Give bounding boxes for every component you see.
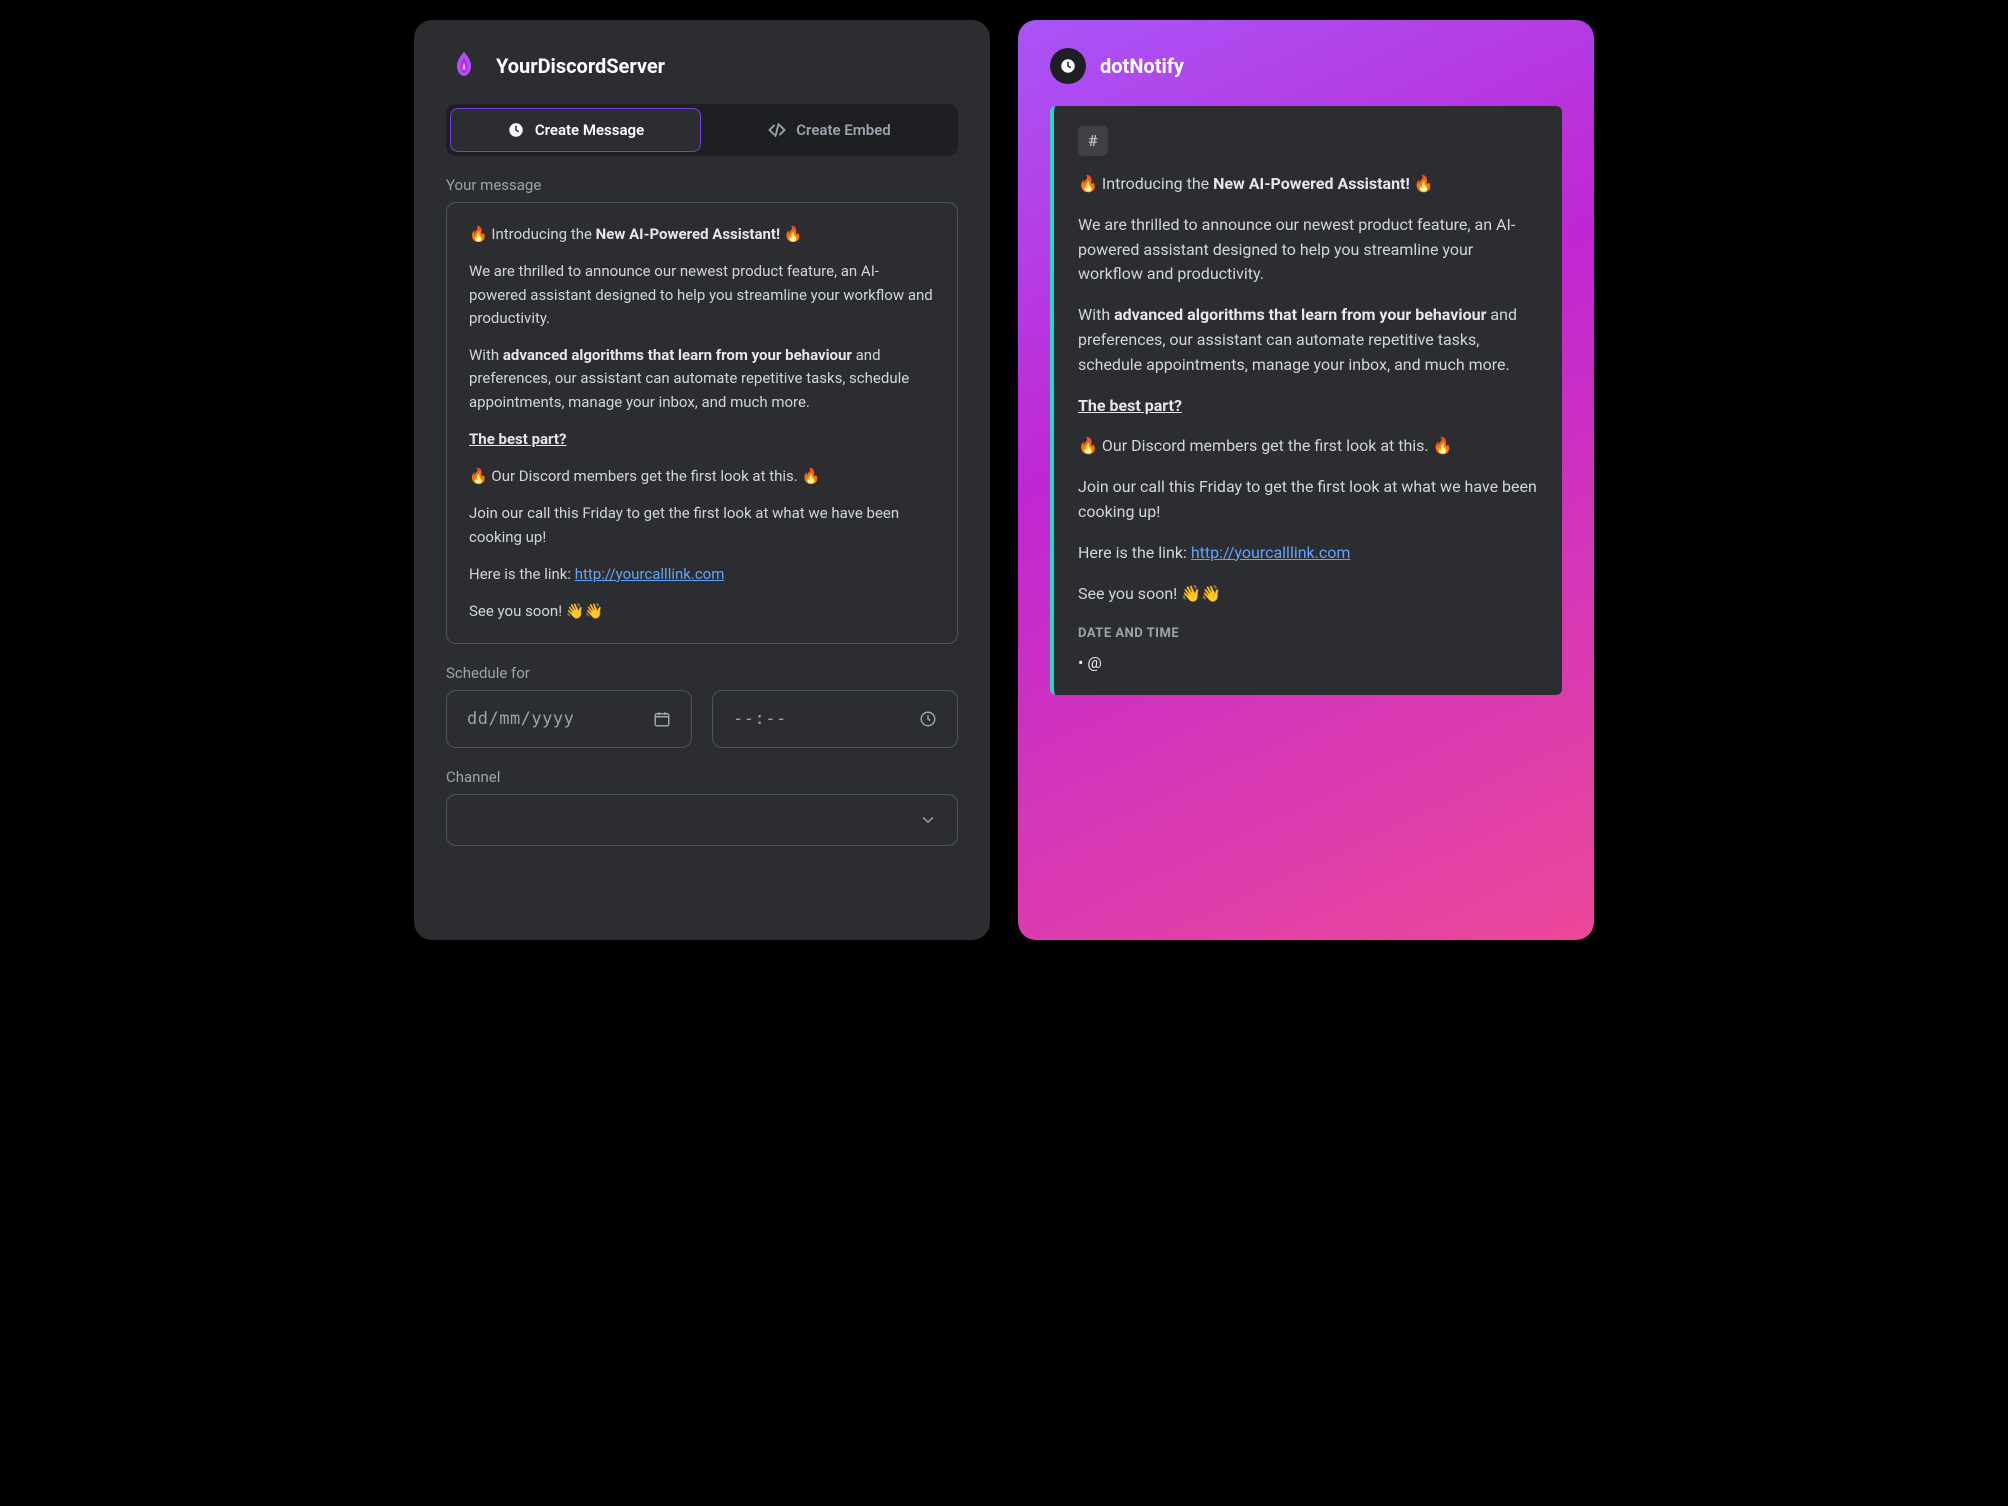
channel-hash-badge: # [1078, 126, 1108, 156]
calendar-icon [653, 710, 671, 728]
tab-label: Create Embed [796, 121, 890, 139]
channel-section: Channel [446, 768, 958, 846]
schedule-label: Schedule for [446, 664, 958, 682]
server-header: YourDiscordServer [446, 48, 958, 84]
app-container: YourDiscordServer Create Message Create … [414, 20, 1594, 940]
schedule-section: Schedule for dd/mm/yyyy --:-- [446, 664, 958, 748]
date-time-label: DATE AND TIME [1078, 624, 1538, 644]
bot-name: dotNotify [1100, 54, 1184, 78]
preview-embed: # 🔥 Introducing the New AI-Powered Assis… [1050, 106, 1562, 695]
tab-row: Create Message Create Embed [446, 104, 958, 156]
channel-label: Channel [446, 768, 958, 786]
message-textarea[interactable]: 🔥 Introducing the New AI-Powered Assista… [446, 202, 958, 644]
preview-call-link[interactable]: http://yourcalllink.com [1191, 543, 1351, 562]
date-time-value: • @ [1078, 651, 1538, 676]
bot-avatar [1050, 48, 1086, 84]
flame-icon [446, 48, 482, 84]
tab-create-message[interactable]: Create Message [450, 108, 701, 152]
chevron-down-icon [919, 811, 937, 829]
preview-header: dotNotify [1050, 48, 1562, 84]
date-placeholder: dd/mm/yyyy [467, 709, 574, 729]
tab-label: Create Message [535, 121, 644, 139]
clock-outline-icon [919, 710, 937, 728]
tab-create-embed[interactable]: Create Embed [705, 108, 954, 152]
call-link[interactable]: http://yourcalllink.com [575, 565, 725, 583]
time-placeholder: --:-- [733, 709, 787, 729]
time-input[interactable]: --:-- [712, 690, 958, 748]
message-label: Your message [446, 176, 958, 194]
date-input[interactable]: dd/mm/yyyy [446, 690, 692, 748]
message-section: Your message 🔥 Introducing the New AI-Po… [446, 176, 958, 644]
code-icon [768, 121, 786, 139]
clock-icon [507, 121, 525, 139]
preview-panel: dotNotify # 🔥 Introducing the New AI-Pow… [1018, 20, 1594, 940]
channel-select[interactable] [446, 794, 958, 846]
editor-panel: YourDiscordServer Create Message Create … [414, 20, 990, 940]
server-name: YourDiscordServer [496, 54, 665, 78]
